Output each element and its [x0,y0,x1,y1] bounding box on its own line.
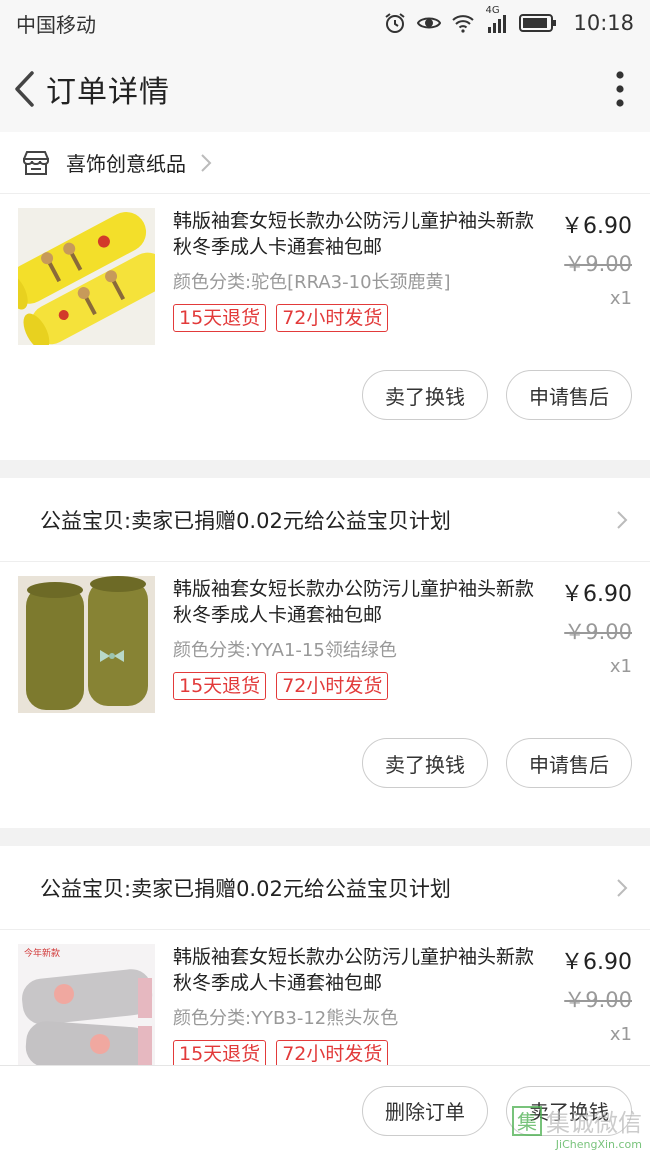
signal-icon: 4G [485,5,509,35]
product-thumbnail[interactable] [18,576,155,713]
item-title[interactable]: 韩版袖套女短长款办公防污儿童护袖头新款秋冬季成人卡通套袖包邮 [173,944,543,996]
clock: 10:18 [573,11,634,35]
order-item[interactable]: 韩版袖套女短长款办公防污儿童护袖头新款秋冬季成人卡通套袖包邮 颜色分类:YYA1… [0,562,650,726]
item-info: 韩版袖套女短长款办公防污儿童护袖头新款秋冬季成人卡通套袖包邮 颜色分类:YYA1… [173,576,550,726]
page-title: 订单详情 [46,75,170,110]
watermark: 集 集诚微信 JiChengXin.com [512,1103,642,1151]
item-sku: 颜色分类:驼色[RRA3-10长颈鹿黄] [173,272,451,293]
shipping-tag: 72小时发货 [276,672,389,700]
resell-button[interactable]: 卖了换钱 [362,370,488,420]
item-sku: 颜色分类:YYA1-15领结绿色 [173,640,397,661]
thumb-caption: 今年新款 [24,947,60,959]
charity-row[interactable]: 公益宝贝:卖家已捐赠0.02元给公益宝贝计划 [0,846,650,930]
more-vertical-icon [616,71,624,107]
after-sales-button[interactable]: 申请售后 [506,738,632,788]
return-tag: 15天退货 [173,1040,267,1065]
item-original-price: ￥9.00 [564,620,632,644]
shipping-tag: 72小时发货 [276,1040,389,1065]
chevron-right-icon [617,510,628,529]
carrier-name: 中国移动 [16,12,96,37]
item-actions: 卖了换钱 申请售后 [0,358,650,460]
item-actions: 卖了换钱 申请售后 [0,726,650,828]
item-tags: 15天退货 72小时发货 [173,672,550,700]
item-original-price: ￥9.00 [564,988,632,1012]
watermark-box-icon: 集 [512,1105,542,1136]
after-sales-button[interactable]: 申请售后 [506,370,632,420]
network-type: 4G [485,5,500,16]
return-tag: 15天退货 [173,304,267,332]
item-title[interactable]: 韩版袖套女短长款办公防污儿童护袖头新款秋冬季成人卡通套袖包邮 [173,576,543,628]
shop-row[interactable]: 喜饰创意纸品 [0,132,650,194]
alarm-icon [383,11,407,35]
wifi-icon [451,11,475,35]
delete-order-button[interactable]: 删除订单 [362,1085,488,1136]
item-tags: 15天退货 72小时发货 [173,304,550,332]
watermark-brand: 集诚微信 [546,1109,642,1137]
item-quantity: x1 [609,1024,632,1045]
order-item[interactable]: 韩版袖套女短长款办公防污儿童护袖头新款秋冬季成人卡通套袖包邮 颜色分类:驼色[R… [0,194,650,358]
store-icon [23,150,49,175]
section-divider [0,828,650,846]
back-button[interactable] [2,46,46,132]
resell-button[interactable]: 卖了换钱 [362,738,488,788]
status-icons: 4G 10:18 [383,5,634,35]
bottom-action-bar: 删除订单 卖了换钱 集 集诚微信 JiChengXin.com [0,1065,650,1155]
title-bar: 订单详情 [0,46,650,132]
section-divider [0,460,650,478]
item-info: 韩版袖套女短长款办公防污儿童护袖头新款秋冬季成人卡通套袖包邮 颜色分类:YYB3… [173,944,550,1065]
item-prices: ￥6.90 ￥9.00 x1 [550,576,632,726]
item-sku: 颜色分类:YYB3-12熊头灰色 [173,1008,399,1029]
item-info: 韩版袖套女短长款办公防污儿童护袖头新款秋冬季成人卡通套袖包邮 颜色分类:驼色[R… [173,208,550,358]
order-item[interactable]: 今年新款 韩版袖套女短长款办公防污儿童护袖头新款秋冬季成人卡通套袖包邮 颜色分类… [0,930,650,1065]
chevron-right-icon [200,153,212,173]
chevron-left-icon [15,71,34,107]
charity-text: 公益宝贝:卖家已捐赠0.02元给公益宝贝计划 [40,508,451,533]
item-price: ￥6.90 [561,950,632,975]
item-price: ￥6.90 [561,582,632,607]
chevron-right-icon [617,878,628,897]
watermark-logo: 集 集诚微信 [512,1103,642,1138]
item-quantity: x1 [609,288,632,309]
eye-icon [417,11,442,35]
product-thumbnail[interactable]: 今年新款 [18,944,155,1065]
more-options-button[interactable] [590,46,650,132]
status-bar: 中国移动 4G 10:18 [0,0,650,46]
shop-name: 喜饰创意纸品 [66,152,186,176]
item-prices: ￥6.90 ￥9.00 x1 [550,208,632,358]
item-title[interactable]: 韩版袖套女短长款办公防污儿童护袖头新款秋冬季成人卡通套袖包邮 [173,208,543,260]
return-tag: 15天退货 [173,672,267,700]
charity-text: 公益宝贝:卖家已捐赠0.02元给公益宝贝计划 [40,876,451,901]
charity-row[interactable]: 公益宝贝:卖家已捐赠0.02元给公益宝贝计划 [0,478,650,562]
item-price: ￥6.90 [561,214,632,239]
shipping-tag: 72小时发货 [276,304,389,332]
item-tags: 15天退货 72小时发货 [173,1040,550,1065]
item-original-price: ￥9.00 [564,252,632,276]
order-content[interactable]: 喜饰创意纸品 韩版袖套女短长款办公防污儿童护袖头新款秋冬季成人卡通套袖包邮 颜色… [0,132,650,1065]
battery-icon [519,12,557,34]
watermark-url: JiChengXin.com [555,1138,642,1151]
item-prices: ￥6.90 ￥9.00 x1 [550,944,632,1065]
product-thumbnail[interactable] [18,208,155,345]
item-quantity: x1 [609,656,632,677]
